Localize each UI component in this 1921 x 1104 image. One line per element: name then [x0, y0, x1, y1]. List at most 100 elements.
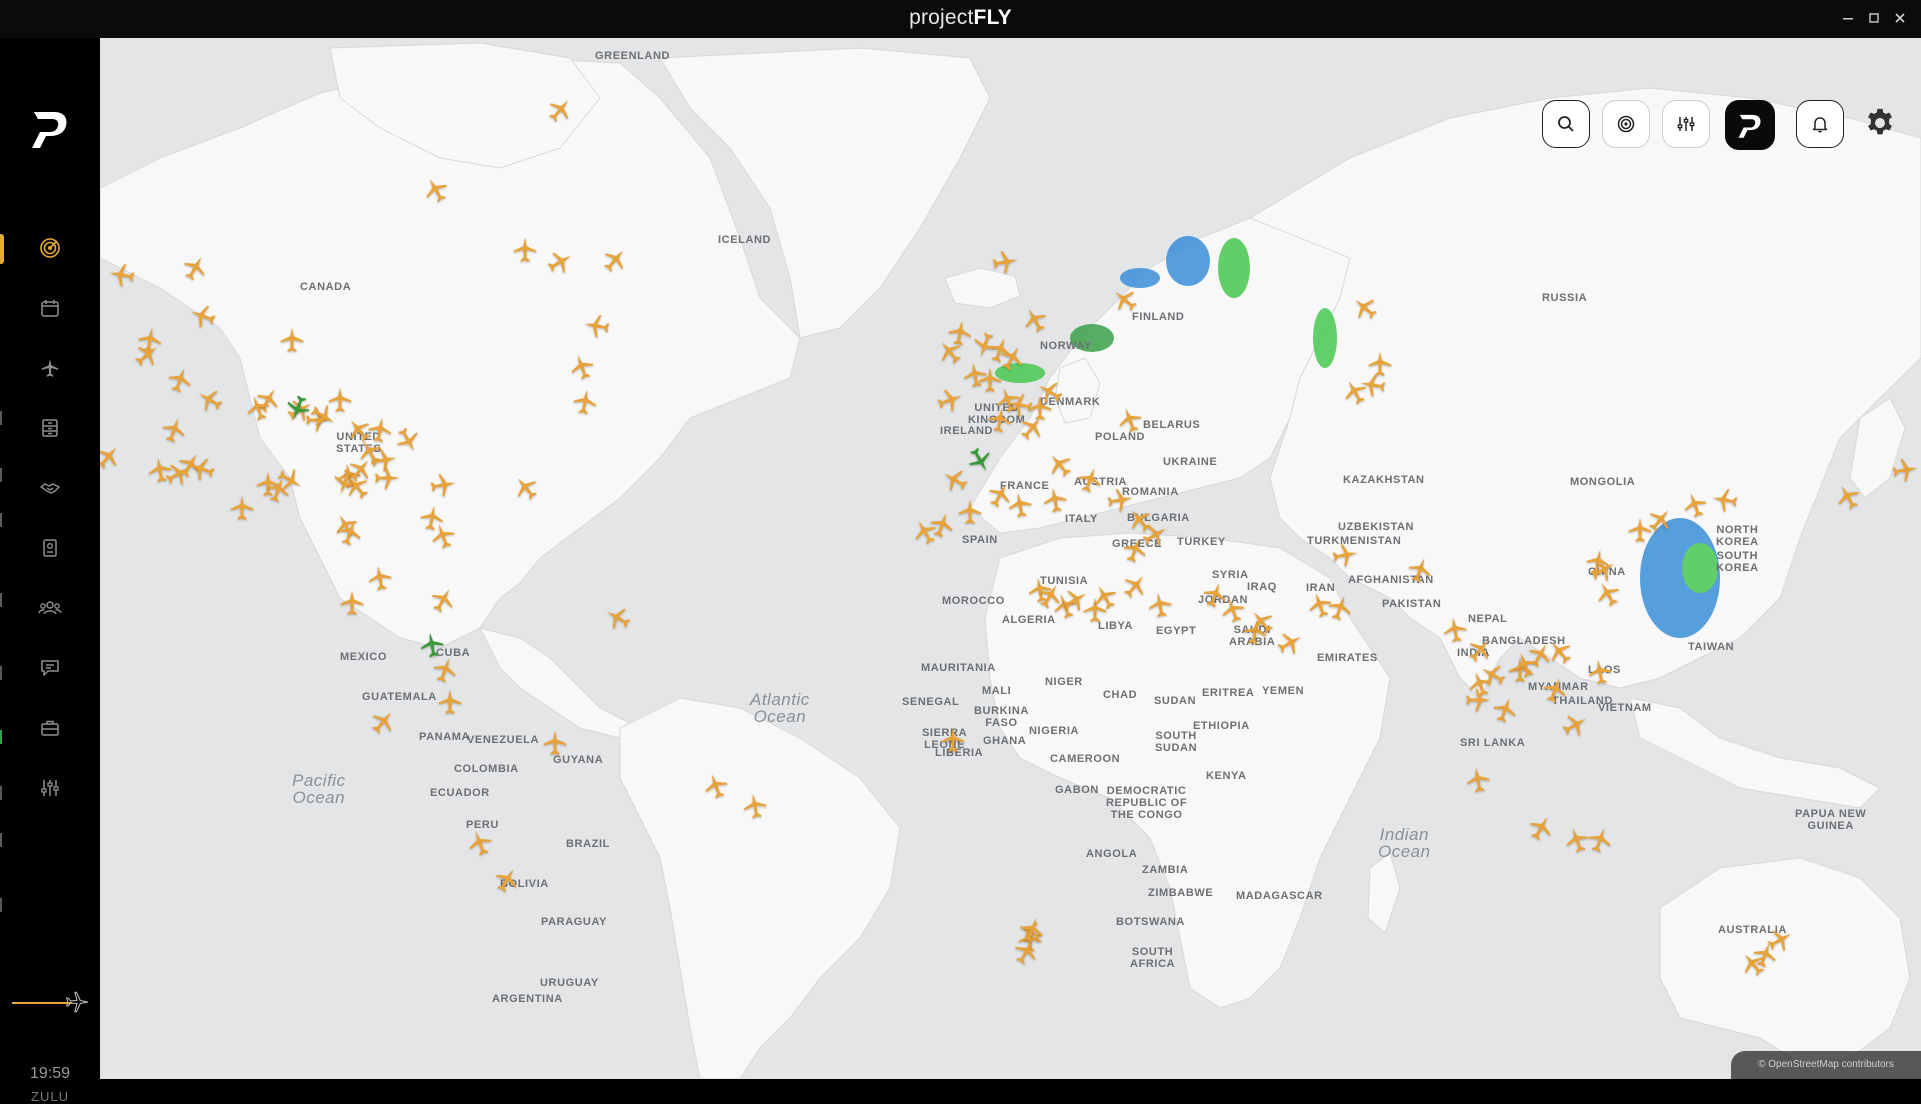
aircraft-marker[interactable]	[492, 865, 522, 895]
close-icon[interactable]	[1890, 9, 1910, 29]
sidebar-item-partners[interactable]	[32, 470, 68, 506]
aircraft-marker[interactable]	[308, 401, 338, 431]
maximize-icon[interactable]	[1864, 9, 1884, 29]
radar-button[interactable]	[1602, 100, 1650, 148]
aircraft-marker[interactable]	[430, 655, 460, 685]
aircraft-marker[interactable]	[510, 235, 540, 265]
aircraft-marker[interactable]	[165, 365, 195, 395]
aircraft-marker[interactable]	[935, 337, 965, 367]
sidebar-item-pilot-id[interactable]	[32, 530, 68, 566]
aircraft-marker[interactable]	[1045, 450, 1075, 480]
aircraft-marker[interactable]	[275, 465, 305, 495]
aircraft-marker[interactable]	[277, 325, 307, 355]
aircraft-marker[interactable]	[990, 247, 1020, 277]
aircraft-marker[interactable]	[1545, 637, 1575, 667]
aircraft-marker[interactable]	[1490, 695, 1520, 725]
minimize-icon[interactable]	[1838, 9, 1858, 29]
aircraft-marker[interactable]	[107, 260, 137, 290]
aircraft-marker[interactable]	[187, 454, 217, 484]
aircraft-marker[interactable]	[1330, 540, 1360, 570]
aircraft-marker[interactable]	[1017, 413, 1047, 443]
aircraft-marker[interactable]	[180, 253, 210, 283]
aircraft-marker[interactable]	[100, 442, 123, 472]
aircraft-marker[interactable]	[368, 707, 398, 737]
aircraft-marker[interactable]	[511, 473, 541, 503]
sidebar-item-jobs[interactable]	[32, 710, 68, 746]
aircraft-marker[interactable]	[1890, 455, 1920, 485]
projectfly-button[interactable]	[1725, 100, 1775, 150]
notifications-button[interactable]	[1796, 100, 1844, 148]
aircraft-marker[interactable]	[1247, 607, 1277, 637]
aircraft-marker[interactable]	[188, 301, 218, 331]
aircraft-marker[interactable]	[132, 340, 162, 370]
aircraft-marker[interactable]	[1588, 555, 1618, 585]
aircraft-marker[interactable]	[1365, 349, 1395, 379]
aircraft-marker[interactable]	[421, 175, 451, 205]
aircraft-marker[interactable]	[567, 352, 597, 382]
aircraft-marker[interactable]	[1075, 465, 1105, 495]
aircraft-marker[interactable]	[740, 791, 770, 821]
aircraft-marker[interactable]	[372, 463, 402, 493]
aircraft-marker[interactable]	[1463, 685, 1493, 715]
aircraft-marker[interactable]	[1005, 490, 1035, 520]
aircraft-marker[interactable]	[428, 470, 458, 500]
aircraft-marker[interactable]	[997, 343, 1027, 373]
aircraft-marker[interactable]	[940, 465, 970, 495]
aircraft-marker[interactable]	[1585, 825, 1615, 855]
aircraft-marker[interactable]	[1680, 490, 1710, 520]
aircraft-marker[interactable]	[985, 405, 1015, 435]
filters-button[interactable]	[1662, 100, 1710, 148]
aircraft-marker[interactable]	[1585, 657, 1615, 687]
search-button[interactable]	[1542, 100, 1590, 148]
aircraft-marker[interactable]	[545, 247, 575, 277]
aircraft-marker[interactable]	[1833, 482, 1863, 512]
aircraft-marker[interactable]	[1645, 505, 1675, 535]
aircraft-marker[interactable]	[545, 95, 575, 125]
aircraft-marker[interactable]	[1405, 555, 1435, 585]
aircraft-marker[interactable]	[910, 517, 940, 547]
aircraft-marker[interactable]	[393, 425, 423, 455]
aircraft-marker[interactable]	[540, 728, 570, 758]
aircraft-marker[interactable]	[1350, 293, 1380, 323]
aircraft-marker[interactable]	[570, 387, 600, 417]
aircraft-marker[interactable]	[701, 771, 731, 801]
aircraft-marker[interactable]	[970, 330, 1000, 360]
settings-button[interactable]	[1863, 106, 1899, 142]
sidebar-item-flights[interactable]	[32, 350, 68, 386]
aircraft-marker[interactable]	[1145, 590, 1175, 620]
aircraft-marker[interactable]	[582, 311, 612, 341]
sidebar-item-schedule[interactable]	[32, 290, 68, 326]
aircraft-marker[interactable]	[335, 518, 365, 548]
aircraft-marker[interactable]	[935, 385, 965, 415]
sidebar-item-logbook[interactable]	[32, 410, 68, 446]
aircraft-marker[interactable]	[1035, 377, 1065, 407]
aircraft-marker[interactable]	[195, 385, 225, 415]
aircraft-marker[interactable]	[1020, 305, 1050, 335]
aircraft-marker[interactable]	[603, 603, 633, 633]
aircraft-marker[interactable]	[1115, 405, 1145, 435]
aircraft-marker[interactable]	[1710, 485, 1740, 515]
aircraft-marker[interactable]	[1463, 765, 1493, 795]
aircraft-marker[interactable]	[243, 393, 273, 423]
sidebar-item-live-map[interactable]	[32, 230, 68, 266]
projectfly-logo[interactable]	[30, 106, 70, 150]
aircraft-marker[interactable]	[465, 828, 495, 858]
aircraft-marker[interactable]	[1275, 628, 1305, 658]
sidebar-item-community[interactable]	[32, 590, 68, 626]
aircraft-marker[interactable]	[1325, 593, 1355, 623]
sidebar-item-messages[interactable]	[32, 650, 68, 686]
aircraft-marker[interactable]	[1090, 582, 1120, 612]
aircraft-marker[interactable]	[1120, 535, 1150, 565]
aircraft-marker[interactable]	[1017, 915, 1047, 945]
aircraft-marker[interactable]	[1526, 813, 1556, 843]
sidebar-item-settings[interactable]	[32, 770, 68, 806]
aircraft-marker[interactable]	[1540, 675, 1570, 705]
aircraft-marker[interactable]	[342, 472, 372, 502]
aircraft-marker[interactable]	[1510, 650, 1540, 680]
aircraft-marker[interactable]	[1110, 285, 1140, 315]
live-map[interactable]: GREENLAND ICELAND CANADA UNITED STATES M…	[100, 38, 1921, 1079]
aircraft-marker[interactable]	[435, 687, 465, 717]
aircraft-marker[interactable]	[938, 725, 968, 755]
aircraft-marker[interactable]	[227, 493, 257, 523]
aircraft-marker[interactable]	[365, 563, 395, 593]
